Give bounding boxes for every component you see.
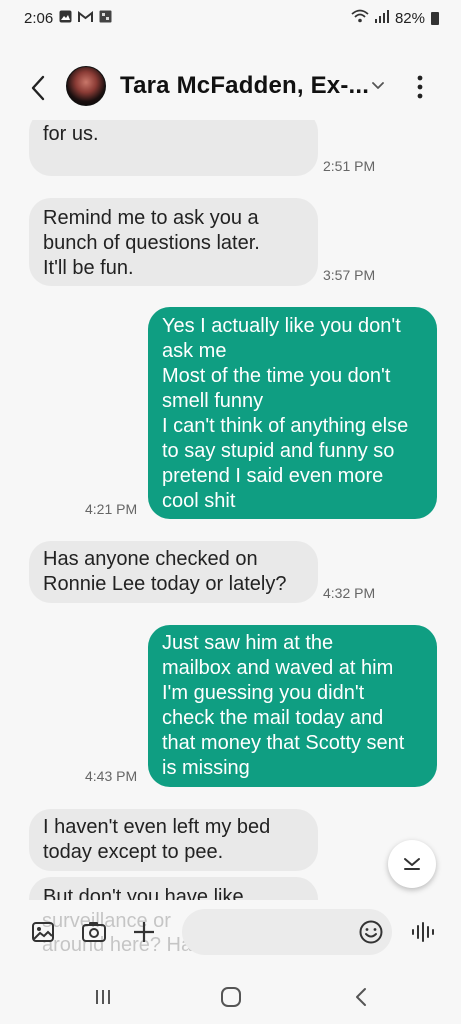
message-line: Most of the time you don't: [162, 365, 391, 387]
plus-icon[interactable]: [129, 917, 159, 947]
message-line: pretend I said even more: [162, 465, 384, 487]
app-icon: [99, 10, 112, 26]
camera-icon[interactable]: [79, 917, 109, 947]
message-bubble-incoming[interactable]: But don't you have like: [29, 877, 318, 900]
battery-icon: [431, 11, 439, 25]
system-navigation-bar: [0, 970, 461, 1024]
status-left: 2:06: [24, 10, 112, 27]
message-line: Has anyone checked on: [43, 548, 258, 570]
message-line: Yes I actually like you don't: [162, 315, 401, 337]
gallery-icon: [59, 10, 72, 26]
message-bubble-incoming[interactable]: Remind me to ask you a bunch of question…: [29, 198, 318, 286]
conversation-header: Tara McFadden, Ex-...: [0, 60, 461, 116]
message-line: mailbox and waved at him: [162, 657, 394, 679]
message-line: I haven't even left my bed: [43, 816, 271, 838]
status-time: 2:06: [24, 9, 54, 27]
voice-icon[interactable]: [408, 917, 438, 947]
wifi-icon: [351, 9, 369, 27]
composer-bar: [0, 905, 461, 959]
battery-percent: 82%: [394, 9, 425, 27]
message-timestamp: 3:57 PM: [323, 267, 376, 283]
gmail-icon: [78, 10, 94, 26]
message-line: Remind me to ask you a: [43, 207, 259, 229]
message-line: is missing: [162, 757, 250, 779]
message-line: cool shit: [162, 490, 236, 512]
message-list[interactable]: for us. 2:51 PM Remind me to ask you a b…: [0, 120, 461, 900]
message-line: I'm guessing you didn't: [162, 682, 365, 704]
message-line: to say stupid and funny so: [162, 440, 395, 462]
message-bubble-incoming[interactable]: for us.: [29, 120, 318, 176]
signal-icon: [374, 9, 389, 27]
message-line: that money that Scotty sent: [162, 732, 405, 754]
status-bar: 2:06 82%: [0, 0, 461, 36]
message-timestamp: 4:32 PM: [323, 585, 376, 601]
recent-apps-icon[interactable]: [88, 982, 118, 1012]
message-line: today except to pee.: [43, 841, 224, 863]
message-line: It'll be fun.: [43, 257, 134, 279]
message-line: for us.: [43, 123, 99, 145]
message-line: Ronnie Lee today or lately?: [43, 573, 287, 595]
back-nav-icon[interactable]: [346, 982, 376, 1012]
message-line: I can't think of anything else: [162, 415, 409, 437]
avatar[interactable]: [66, 66, 106, 106]
message-bubble-outgoing[interactable]: Just saw him at the mailbox and waved at…: [148, 625, 437, 787]
message-line: bunch of questions later.: [43, 232, 260, 254]
message-line: smell funny: [162, 390, 264, 412]
message-bubble-incoming[interactable]: I haven't even left my bed today except …: [29, 809, 318, 871]
message-line: But don't you have like: [43, 886, 244, 900]
more-vertical-icon: [417, 75, 423, 99]
message-bubble-outgoing[interactable]: Yes I actually like you don't ask me Mos…: [148, 307, 437, 519]
back-arrow-icon: [31, 75, 45, 101]
message-line: ask me: [162, 340, 227, 362]
home-icon[interactable]: [216, 982, 246, 1012]
arrow-down-icon: [404, 858, 420, 870]
back-button[interactable]: [24, 74, 52, 102]
more-options-button[interactable]: [408, 72, 432, 102]
scroll-to-bottom-button[interactable]: [388, 840, 436, 888]
message-line: Just saw him at the: [162, 632, 334, 654]
message-line: check the mail today and: [162, 707, 384, 729]
image-icon[interactable]: [28, 917, 58, 947]
message-bubble-incoming[interactable]: Has anyone checked on Ronnie Lee today o…: [29, 541, 318, 603]
emoji-icon[interactable]: [356, 917, 386, 947]
message-timestamp: 2:51 PM: [323, 158, 376, 174]
contact-name[interactable]: Tara McFadden, Ex-...: [120, 72, 369, 100]
message-timestamp: 4:43 PM: [85, 768, 138, 784]
chevron-down-icon[interactable]: [368, 76, 388, 96]
message-timestamp: 4:21 PM: [85, 501, 138, 517]
status-right: 82%: [351, 9, 439, 27]
